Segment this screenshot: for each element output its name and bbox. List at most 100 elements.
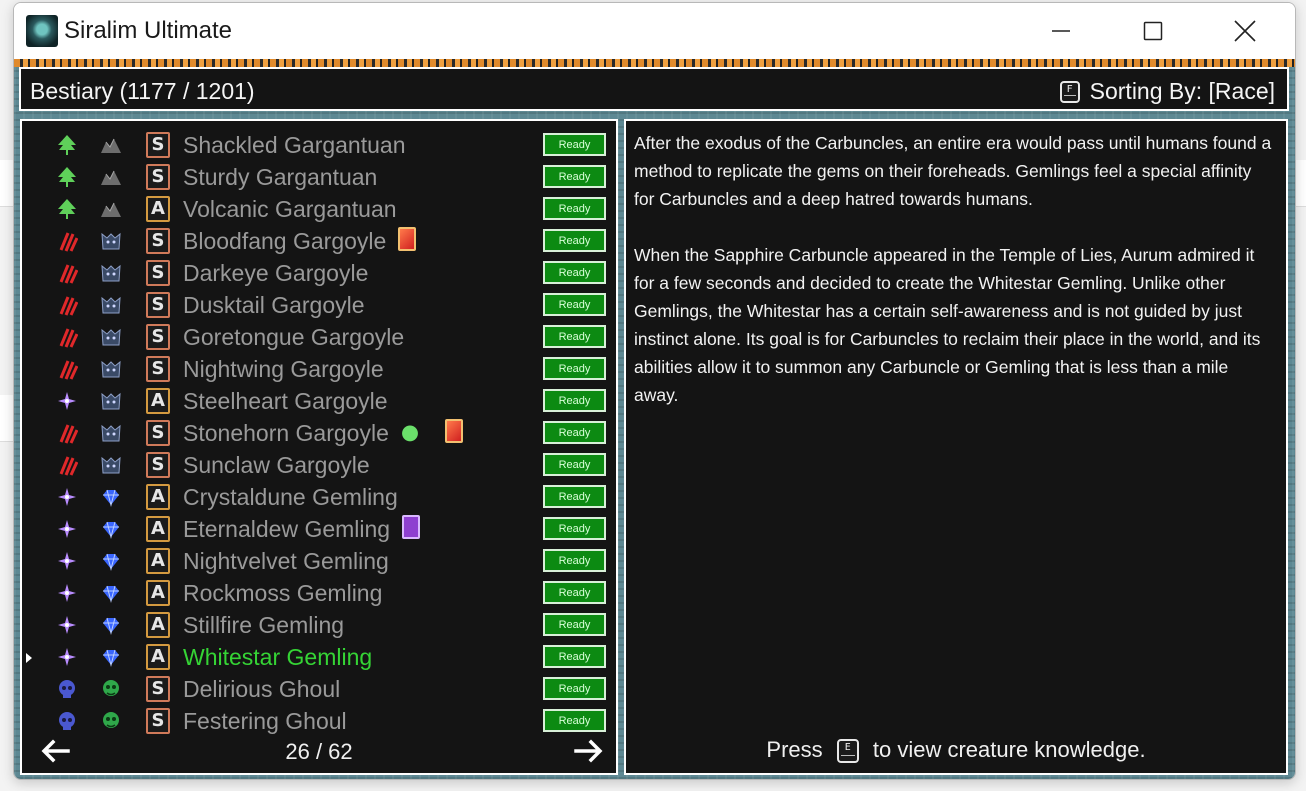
sorcery-star-icon: [56, 582, 78, 604]
creature-row[interactable]: S Dusktail Gargoyle Ready: [22, 289, 616, 321]
sorcery-star-icon: [56, 518, 78, 540]
sorcery-star-icon: [56, 614, 78, 636]
game-viewport: Bestiary (1177 / 1201) F Sorting By: [Ra…: [14, 59, 1295, 779]
creature-row[interactable]: A Stillfire Gemling Ready: [22, 609, 616, 641]
window-title: Siralim Ultimate: [64, 17, 233, 44]
knowledge-prompt: Press E to view creature knowledge.: [626, 737, 1286, 764]
ready-status-badge: Ready: [543, 677, 606, 700]
ready-status-badge: Ready: [543, 613, 606, 636]
app-icon: [26, 15, 58, 47]
decorative-border: [14, 59, 1295, 67]
creature-row[interactable]: S Darkeye Gargoyle Ready: [22, 257, 616, 289]
ready-status-badge: Ready: [543, 357, 606, 380]
gemling-gem-icon: [100, 646, 122, 668]
ready-status-badge: Ready: [543, 421, 606, 444]
creature-row[interactable]: S Sturdy Gargantuan Ready: [22, 161, 616, 193]
creature-row[interactable]: A Nightvelvet Gemling Ready: [22, 545, 616, 577]
creature-row[interactable]: A Crystaldune Gemling Ready: [22, 481, 616, 513]
gargantuan-rock-icon: [100, 166, 122, 188]
creature-row[interactable]: S Delirious Ghoul Ready: [22, 673, 616, 705]
death-skull-icon: [56, 678, 78, 700]
creature-class-badge: S: [146, 228, 170, 254]
creature-row[interactable]: S Bloodfang Gargoyle Ready: [22, 225, 616, 257]
creature-class-badge: S: [146, 356, 170, 382]
creature-name: Eternaldew Gemling: [183, 516, 391, 542]
creature-class-badge: A: [146, 644, 170, 670]
gargoyle-icon: [100, 358, 122, 380]
spirit-icon: [402, 515, 420, 539]
maximize-button[interactable]: [1107, 3, 1199, 59]
ready-status-badge: Ready: [543, 325, 606, 348]
gargoyle-icon: [100, 294, 122, 316]
creature-row[interactable]: S Stonehorn Gargoyle Ready: [22, 417, 616, 449]
prompt-suffix: to view creature knowledge.: [872, 737, 1146, 762]
selection-cursor-icon: [26, 653, 32, 663]
creature-class-badge: A: [146, 612, 170, 638]
creature-class-badge: A: [146, 196, 170, 222]
gemling-gem-icon: [100, 518, 122, 540]
gemling-gem-icon: [100, 582, 122, 604]
lore-paragraph: When the Sapphire Carbuncle appeared in …: [634, 245, 1261, 405]
creature-row[interactable]: S Nightwing Gargoyle Ready: [22, 353, 616, 385]
f-key-icon: F: [1059, 80, 1080, 103]
creature-row[interactable]: S Goretongue Gargoyle Ready: [22, 321, 616, 353]
creature-class-badge: S: [146, 676, 170, 702]
sorcery-star-icon: [56, 390, 78, 412]
creature-row[interactable]: A Steelheart Gargoyle Ready: [22, 385, 616, 417]
bestiary-header: Bestiary (1177 / 1201) F Sorting By: [Ra…: [19, 67, 1289, 111]
ready-status-badge: Ready: [543, 229, 606, 252]
creature-class-badge: S: [146, 324, 170, 350]
gemling-gem-icon: [100, 614, 122, 636]
creature-name: Sturdy Gargantuan: [183, 164, 378, 190]
ghoul-icon: [100, 678, 122, 700]
gargantuan-rock-icon: [100, 198, 122, 220]
ready-status-badge: Ready: [543, 549, 606, 572]
gemling-gem-icon: [100, 486, 122, 508]
creature-name: Nightvelvet Gemling: [183, 548, 389, 574]
prompt-prefix: Press: [766, 737, 823, 762]
title-bar[interactable]: Siralim Ultimate: [14, 3, 1295, 59]
ready-status-badge: Ready: [543, 197, 606, 220]
creature-row[interactable]: A Eternaldew Gemling Ready: [22, 513, 616, 545]
sort-label: Sorting By: [Race]: [1089, 78, 1275, 104]
gemling-gem-icon: [100, 550, 122, 572]
minimize-button[interactable]: [1015, 3, 1107, 59]
creature-class-badge: S: [146, 292, 170, 318]
creature-name: Bloodfang Gargoyle: [183, 228, 387, 254]
creature-row[interactable]: A Whitestar Gemling Ready: [22, 641, 616, 673]
sorcery-star-icon: [56, 486, 78, 508]
creature-class-badge: S: [146, 132, 170, 158]
sort-control[interactable]: F Sorting By: [Race]: [1059, 78, 1275, 105]
ready-status-badge: Ready: [543, 261, 606, 284]
ready-status-badge: Ready: [543, 293, 606, 316]
ghoul-icon: [100, 710, 122, 732]
chaos-claw-icon: [56, 454, 79, 476]
ready-status-badge: Ready: [543, 581, 606, 604]
ready-status-badge: Ready: [543, 389, 606, 412]
chaos-claw-icon: [56, 358, 79, 380]
creature-row[interactable]: S Shackled Gargantuan Ready: [22, 129, 616, 161]
creature-row[interactable]: A Volcanic Gargantuan Ready: [22, 193, 616, 225]
creature-class-badge: A: [146, 516, 170, 542]
chaos-claw-icon: [56, 326, 79, 348]
creature-class-badge: S: [146, 420, 170, 446]
creature-name: Crystaldune Gemling: [183, 484, 398, 510]
gargoyle-icon: [100, 390, 122, 412]
creature-name: Shackled Gargantuan: [183, 132, 406, 158]
chaos-claw-icon: [56, 294, 79, 316]
minimize-icon: [1052, 30, 1070, 32]
e-key-icon[interactable]: E: [836, 739, 859, 764]
gargoyle-icon: [100, 326, 122, 348]
creature-name: Volcanic Gargantuan: [183, 196, 397, 222]
close-icon: [1234, 20, 1256, 42]
creature-row[interactable]: S Sunclaw Gargoyle Ready: [22, 449, 616, 481]
sorcery-star-icon: [56, 550, 78, 572]
lore-paragraph: After the exodus of the Carbuncles, an e…: [634, 133, 1272, 209]
creature-name: Whitestar Gemling: [183, 644, 373, 670]
ready-status-badge: Ready: [543, 517, 606, 540]
creature-row[interactable]: A Rockmoss Gemling Ready: [22, 577, 616, 609]
ready-status-badge: Ready: [543, 133, 606, 156]
creature-name: Nightwing Gargoyle: [183, 356, 384, 382]
next-page-arrow-icon[interactable]: [574, 739, 604, 763]
close-button[interactable]: [1199, 3, 1291, 59]
